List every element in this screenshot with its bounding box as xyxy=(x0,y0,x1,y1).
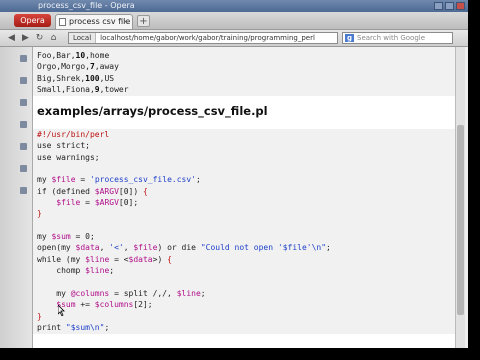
tab-process-csv-file[interactable]: process csv file × xyxy=(55,14,133,29)
contacts-icon[interactable] xyxy=(20,99,27,106)
maximize-button[interactable] xyxy=(445,2,454,10)
window-title: process_csv_file - Opera xyxy=(38,1,135,10)
code-line: $sum += $columns[2]; xyxy=(56,300,153,310)
code-line: } xyxy=(37,209,42,219)
minimize-button[interactable] xyxy=(434,2,443,10)
csv-line: Small,Fiona,9,tower xyxy=(37,85,129,95)
close-button[interactable] xyxy=(456,2,465,10)
csv-line: Big,Shrek,100,US xyxy=(37,73,115,83)
code-line: $file = $ARGV[0]; xyxy=(56,198,139,208)
history-icon[interactable] xyxy=(20,187,27,194)
vertical-scrollbar[interactable] xyxy=(455,47,465,348)
search-placeholder: Search with Google xyxy=(357,34,426,42)
csv-line: Orgo,Morgo,7,away xyxy=(37,62,119,72)
tab-bar: Opera process csv file × + xyxy=(0,12,468,30)
scrollbar-thumb[interactable] xyxy=(457,125,464,315)
side-panel xyxy=(0,47,33,348)
page-content: Foo,Bar,10,home Orgo,Morgo,7,away Big,Sh… xyxy=(33,47,455,348)
search-input[interactable]: g Search with Google xyxy=(342,32,453,44)
code-line: } xyxy=(37,311,42,321)
new-tab-button[interactable]: + xyxy=(137,15,150,27)
opera-menu-button[interactable]: Opera xyxy=(14,14,51,27)
reload-icon[interactable]: ↻ xyxy=(34,33,45,43)
tab-label: process csv file xyxy=(69,17,131,26)
perl-source: #!/usr/bin/perl use strict; use warnings; … xyxy=(37,129,455,333)
title-bar: process_csv_file - Opera xyxy=(0,0,468,12)
forward-arrow-icon[interactable]: ▶ xyxy=(20,33,31,43)
local-badge: Local xyxy=(69,33,97,43)
home-icon[interactable]: ⌂ xyxy=(48,33,59,43)
feeds-icon[interactable] xyxy=(20,121,27,128)
csv-data-block: Foo,Bar,10,home Orgo,Morgo,7,away Big,Sh… xyxy=(33,47,455,96)
browser-window: process_csv_file - Opera Opera process c… xyxy=(0,0,468,348)
code-line: use strict; xyxy=(37,141,90,151)
code-line: while (my $line = <$data>) { xyxy=(37,254,172,264)
bookmarks-icon[interactable] xyxy=(20,55,27,62)
code-line: my $sum = 0; xyxy=(37,232,95,242)
code-line: if (defined $ARGV[0]) { xyxy=(37,186,148,196)
csv-line: Foo,Bar,10,home xyxy=(37,51,110,60)
file-heading: examples/arrays/process_csv_file.pl xyxy=(37,104,268,118)
address-toolbar: ◀ ▶ ↻ ⌂ Local localhost/home/gabor/work/g… xyxy=(0,30,468,47)
downloads-icon[interactable] xyxy=(20,165,27,172)
code-block: #!/usr/bin/perl use strict; use warnings; … xyxy=(33,129,455,334)
page-icon xyxy=(59,18,66,26)
url-text: localhost/home/gabor/work/gabor/training… xyxy=(100,34,315,42)
notes-icon[interactable] xyxy=(20,143,27,150)
code-line: #!/usr/bin/perl xyxy=(37,130,110,139)
code-line: my @columns = split /,/, $line; xyxy=(37,288,206,298)
back-arrow-icon[interactable]: ◀ xyxy=(6,33,17,43)
code-line: print "$sum\n"; xyxy=(37,322,110,332)
code-line: my $file = 'process_csv_file.csv'; xyxy=(37,175,201,185)
code-line: open(my $data, '<', $file) or die "Could… xyxy=(37,243,331,253)
google-icon: g xyxy=(345,34,354,42)
address-field[interactable]: Local localhost/home/gabor/work/gabor/tra… xyxy=(68,32,338,44)
close-tab-icon[interactable]: × xyxy=(122,15,129,29)
code-line: chomp $line; xyxy=(37,266,115,276)
code-line: use warnings; xyxy=(37,152,100,162)
mail-icon[interactable] xyxy=(20,77,27,84)
